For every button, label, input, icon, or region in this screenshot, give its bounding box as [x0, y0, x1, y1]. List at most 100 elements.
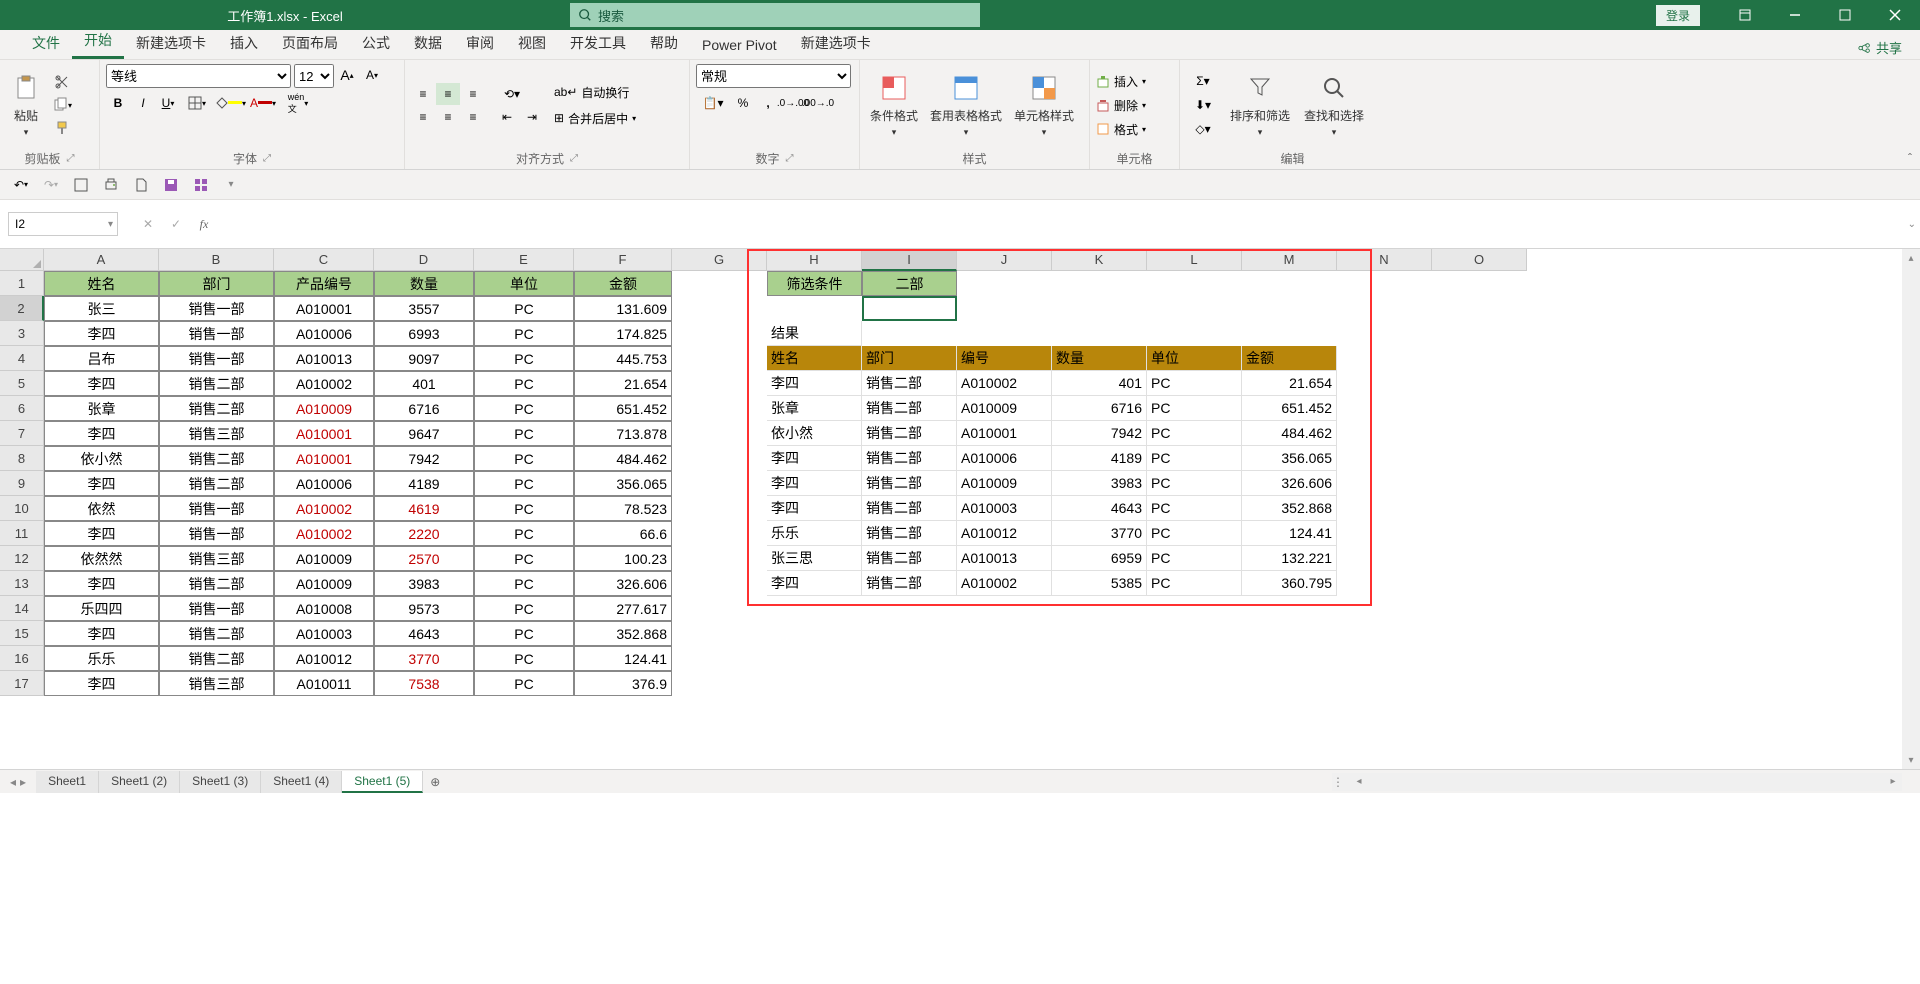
cell-K5[interactable]: 401 — [1052, 371, 1147, 396]
cell-K13[interactable]: 5385 — [1052, 571, 1147, 596]
row-header-2[interactable]: 2 — [0, 296, 44, 321]
cell-L10[interactable]: PC — [1147, 496, 1242, 521]
cell-styles-button[interactable]: 单元格样式▾ — [1010, 70, 1078, 140]
row-header-1[interactable]: 1 — [0, 271, 44, 296]
align-right-button[interactable]: ≡ — [461, 106, 485, 128]
align-middle-button[interactable]: ≡ — [436, 83, 460, 105]
cell-C8[interactable]: A010001 — [274, 446, 374, 471]
minimize-button[interactable] — [1770, 0, 1820, 30]
col-header-O[interactable]: O — [1432, 249, 1527, 271]
formula-input[interactable] — [222, 212, 1920, 236]
sheet-tab-2[interactable]: Sheet1 (3) — [180, 771, 261, 793]
increase-font-button[interactable]: A▴ — [335, 64, 359, 86]
cell-A8[interactable]: 依小然 — [44, 446, 159, 471]
align-left-button[interactable]: ≡ — [411, 106, 435, 128]
tab-developer[interactable]: 开发工具 — [558, 27, 638, 59]
cell-E6[interactable]: PC — [474, 396, 574, 421]
phonetic-button[interactable]: wén文▾ — [280, 92, 316, 114]
cell-E10[interactable]: PC — [474, 496, 574, 521]
cell-A13[interactable]: 李四 — [44, 571, 159, 596]
cell-A17[interactable]: 李四 — [44, 671, 159, 696]
tab-formulas[interactable]: 公式 — [350, 27, 402, 59]
cell-C16[interactable]: A010012 — [274, 646, 374, 671]
cell-F4[interactable]: 445.753 — [574, 346, 672, 371]
qat-btn-3[interactable] — [70, 174, 92, 196]
fill-color-button[interactable]: ▾ — [214, 92, 246, 114]
cell-C6[interactable]: A010009 — [274, 396, 374, 421]
tab-review[interactable]: 审阅 — [454, 27, 506, 59]
cell-F5[interactable]: 21.654 — [574, 371, 672, 396]
cell-J8[interactable]: A010006 — [957, 446, 1052, 471]
wrap-text-button[interactable]: ab↵自动换行 — [554, 81, 664, 103]
accept-formula-button[interactable]: ✓ — [166, 217, 186, 231]
cell-H6[interactable]: 张章 — [767, 396, 862, 421]
cell-A11[interactable]: 李四 — [44, 521, 159, 546]
col-header-H[interactable]: H — [767, 249, 862, 271]
cell-A7[interactable]: 李四 — [44, 421, 159, 446]
tab-help[interactable]: 帮助 — [638, 27, 690, 59]
cell-E15[interactable]: PC — [474, 621, 574, 646]
cell-E17[interactable]: PC — [474, 671, 574, 696]
cell-C4[interactable]: A010013 — [274, 346, 374, 371]
increase-indent-button[interactable]: ⇥ — [520, 106, 544, 128]
cell-A5[interactable]: 李四 — [44, 371, 159, 396]
number-launcher[interactable]: ⤢ — [786, 153, 794, 164]
cell-I10[interactable]: 销售二部 — [862, 496, 957, 521]
cell-K12[interactable]: 6959 — [1052, 546, 1147, 571]
tell-me-search[interactable]: 搜索 — [570, 3, 980, 27]
cell-B17[interactable]: 销售三部 — [159, 671, 274, 696]
cell-E11[interactable]: PC — [474, 521, 574, 546]
sheet-nav-next[interactable]: ▸ — [20, 775, 26, 789]
qat-customize-button[interactable]: ▾ — [220, 174, 242, 196]
cell-D17[interactable]: 7538 — [374, 671, 474, 696]
col-header-F[interactable]: F — [574, 249, 672, 271]
cell-E7[interactable]: PC — [474, 421, 574, 446]
cell-H4[interactable]: 姓名 — [767, 346, 862, 371]
col-header-I[interactable]: I — [862, 249, 957, 271]
cell-B11[interactable]: 销售一部 — [159, 521, 274, 546]
cell-J7[interactable]: A010001 — [957, 421, 1052, 446]
paste-button[interactable]: 粘贴▾ — [6, 70, 46, 140]
cell-D9[interactable]: 4189 — [374, 471, 474, 496]
qat-btn-5[interactable] — [130, 174, 152, 196]
borders-button[interactable]: ▾ — [181, 92, 213, 114]
scroll-up-button[interactable]: ▴ — [1902, 249, 1920, 267]
cell-K6[interactable]: 6716 — [1052, 396, 1147, 421]
accounting-format-button[interactable]: 📋▾ — [696, 92, 730, 114]
cell-D15[interactable]: 4643 — [374, 621, 474, 646]
cell-L11[interactable]: PC — [1147, 521, 1242, 546]
row-header-6[interactable]: 6 — [0, 396, 44, 421]
row-header-4[interactable]: 4 — [0, 346, 44, 371]
sort-filter-button[interactable]: 排序和筛选▾ — [1226, 70, 1294, 140]
cell-B9[interactable]: 销售二部 — [159, 471, 274, 496]
font-launcher[interactable]: ⤢ — [263, 153, 271, 164]
cell-H11[interactable]: 乐乐 — [767, 521, 862, 546]
cell-B12[interactable]: 销售三部 — [159, 546, 274, 571]
col-header-N[interactable]: N — [1337, 249, 1432, 271]
cell-F16[interactable]: 124.41 — [574, 646, 672, 671]
tab-home[interactable]: 开始 — [72, 24, 124, 59]
cell-F3[interactable]: 174.825 — [574, 321, 672, 346]
sheet-tab-0[interactable]: Sheet1 — [36, 771, 99, 793]
fill-button[interactable]: ⬇▾ — [1186, 94, 1220, 116]
cell-B14[interactable]: 销售一部 — [159, 596, 274, 621]
clear-button[interactable]: ◇▾ — [1186, 118, 1220, 140]
name-box[interactable]: I2 — [8, 212, 118, 236]
cell-J5[interactable]: A010002 — [957, 371, 1052, 396]
col-header-B[interactable]: B — [159, 249, 274, 271]
cell-J4[interactable]: 编号 — [957, 346, 1052, 371]
cell-M4[interactable]: 金额 — [1242, 346, 1337, 371]
cell-D2[interactable]: 3557 — [374, 296, 474, 321]
qat-print-button[interactable] — [100, 174, 122, 196]
undo-button[interactable]: ↶▾ — [10, 174, 32, 196]
cell-D14[interactable]: 9573 — [374, 596, 474, 621]
cell-M7[interactable]: 484.462 — [1242, 421, 1337, 446]
cell-D7[interactable]: 9647 — [374, 421, 474, 446]
spreadsheet-grid[interactable]: ABCDEFGHIJKLMNO 123456789101112131415161… — [0, 249, 1920, 769]
cell-E14[interactable]: PC — [474, 596, 574, 621]
cell-C7[interactable]: A010001 — [274, 421, 374, 446]
cell-B7[interactable]: 销售三部 — [159, 421, 274, 446]
cell-C17[interactable]: A010011 — [274, 671, 374, 696]
cell-A4[interactable]: 吕布 — [44, 346, 159, 371]
tab-page-layout[interactable]: 页面布局 — [270, 27, 350, 59]
